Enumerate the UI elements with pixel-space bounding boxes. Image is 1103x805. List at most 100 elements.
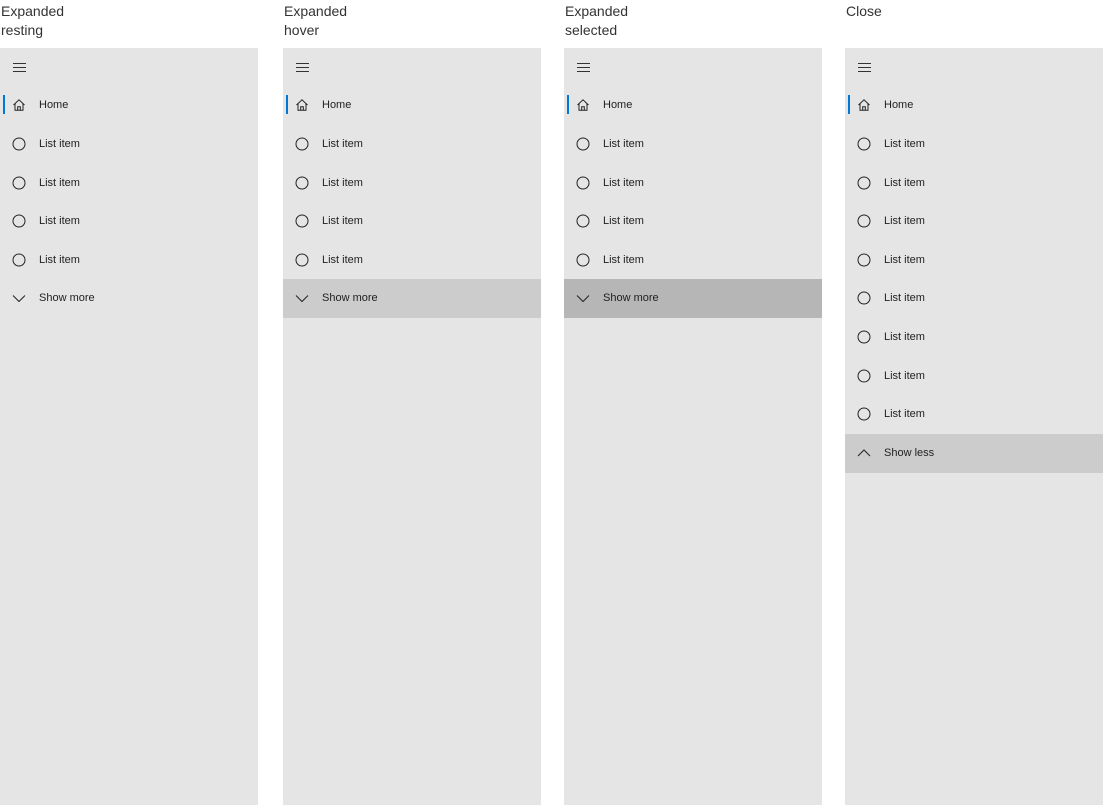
caption-line-1: Expanded [284,3,348,19]
circle-icon [857,407,871,421]
circle-icon [857,291,871,305]
nav-item-label: List item [884,370,925,382]
home-icon [296,99,308,111]
show-more-label: Show more [322,292,378,304]
hamburger-menu-button[interactable] [283,48,541,87]
nav-item-label: Home [322,99,352,111]
caption-line-1: Expanded [1,3,65,19]
nav-list-item[interactable]: List item [845,125,1103,164]
circle-icon [857,137,871,151]
nav-list-item[interactable]: List item [0,164,258,203]
variant-caption: Expanded selected [565,2,765,40]
nav-list-item[interactable]: List item [845,395,1103,434]
nav-item-label: List item [322,215,363,227]
nav-item-label: List item [603,215,644,227]
nav-item-home[interactable]: Home [845,86,1103,125]
show-more-button[interactable]: Show more [0,279,258,318]
nav-list-item[interactable]: List item [283,125,541,164]
caption-line-2: resting [1,22,44,38]
caption-line-2: hover [284,22,320,38]
nav-item-label: List item [884,254,925,266]
nav-item-label: List item [39,177,80,189]
nav-list-item[interactable]: List item [845,164,1103,203]
show-more-label: Show more [39,292,95,304]
nav-item-label: List item [322,177,363,189]
nav-item-label: List item [884,177,925,189]
nav-item-label: List item [322,254,363,266]
caption-line-1: Expanded [565,3,629,19]
hamburger-menu-icon [858,63,871,72]
nav-variant-expanded-hover: Expanded hover Home List item List item … [283,0,541,805]
nav-list-item[interactable]: List item [845,357,1103,396]
nav-list-item[interactable]: List item [845,241,1103,280]
hamburger-menu-icon [296,63,309,72]
hamburger-menu-button[interactable] [564,48,822,87]
variant-caption: Expanded hover [284,2,484,40]
chevron-up-icon [857,449,871,457]
home-icon [858,99,870,111]
nav-item-label: Home [884,99,914,111]
nav-list-item[interactable]: List item [564,202,822,241]
navigation-pane: Home List item List item List item List … [564,48,822,805]
nav-list-item[interactable]: List item [845,279,1103,318]
nav-list-item[interactable]: List item [0,241,258,280]
nav-list-item[interactable]: List item [845,318,1103,357]
nav-item-label: List item [603,138,644,150]
hamburger-menu-icon [13,63,26,72]
show-less-button[interactable]: Show less [845,434,1103,473]
circle-icon [857,330,871,344]
chevron-down-icon [576,295,590,303]
home-icon [577,99,589,111]
chevron-down-icon [12,295,26,303]
nav-list-item[interactable]: List item [0,125,258,164]
show-more-label: Show more [603,292,659,304]
nav-list-item[interactable]: List item [845,202,1103,241]
nav-item-label: List item [884,292,925,304]
circle-icon [857,176,871,190]
circle-icon [576,176,590,190]
circle-icon [857,369,871,383]
nav-item-home[interactable]: Home [0,86,258,125]
nav-item-label: Home [603,99,633,111]
nav-item-label: List item [39,254,80,266]
circle-icon [576,214,590,228]
nav-item-label: List item [603,254,644,266]
nav-list-item[interactable]: List item [283,164,541,203]
nav-item-label: List item [39,138,80,150]
navigation-pane: Home List item List item List item List … [283,48,541,805]
hamburger-menu-icon [577,63,590,72]
nav-variant-expanded-resting: Expanded resting Home List item List ite… [0,0,258,805]
circle-icon [12,214,26,228]
show-more-button[interactable]: Show more [564,279,822,318]
circle-icon [576,137,590,151]
circle-icon [295,214,309,228]
circle-icon [295,176,309,190]
nav-item-home[interactable]: Home [283,86,541,125]
nav-item-label: List item [884,408,925,420]
nav-item-label: List item [603,177,644,189]
nav-item-label: List item [322,138,363,150]
navigation-pane: Home List item List item List item List … [0,48,258,805]
show-more-button[interactable]: Show more [283,279,541,318]
selection-indicator [3,95,5,114]
navigation-pane: Home List item List item List item List … [845,48,1103,805]
nav-item-home[interactable]: Home [564,86,822,125]
circle-icon [857,214,871,228]
nav-list-item[interactable]: List item [0,202,258,241]
circle-icon [576,253,590,267]
nav-item-label: List item [39,215,80,227]
nav-list-item[interactable]: List item [564,125,822,164]
selection-indicator [848,95,850,114]
hamburger-menu-button[interactable] [0,48,258,87]
hamburger-menu-button[interactable] [845,48,1103,87]
nav-item-label: List item [884,331,925,343]
variant-caption: Close [846,2,1046,21]
circle-icon [295,253,309,267]
nav-list-item[interactable]: List item [564,241,822,280]
nav-list-item[interactable]: List item [564,164,822,203]
show-less-label: Show less [884,447,935,459]
nav-variant-expanded-selected: Expanded selected Home List item List it… [564,0,822,805]
caption-line-1: Close [846,3,882,19]
nav-list-item[interactable]: List item [283,241,541,280]
nav-list-item[interactable]: List item [283,202,541,241]
